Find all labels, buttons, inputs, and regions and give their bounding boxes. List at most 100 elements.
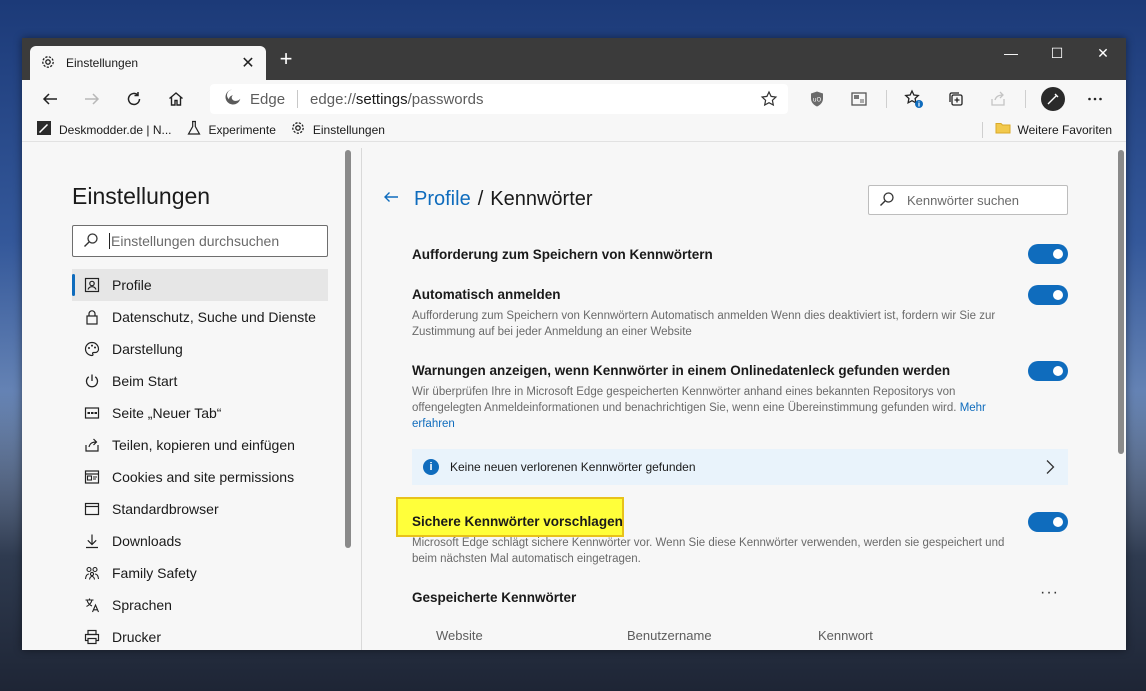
home-button[interactable] [162,85,190,113]
sidebar-item-newtab[interactable]: Seite „Neuer Tab“ [72,397,328,429]
share-toolbar-icon[interactable] [983,84,1013,114]
toolbar: Edge edge://settings/passwords uO i [22,80,1126,118]
sidebar-item-label: Datenschutz, Suche und Dienste [112,309,316,325]
sidebar-scrollbar[interactable] [344,150,352,548]
bookmark-label: Experimente [208,122,276,137]
sidebar-item-cookies[interactable]: Cookies and site permissions [72,461,328,493]
sidebar-item-startup[interactable]: Beim Start [72,365,328,397]
ublock-shield-icon[interactable]: uO [802,84,832,114]
sidebar-item-label: Sprachen [112,597,172,613]
download-icon [84,533,100,549]
setting-description: Aufforderung zum Speichern von Kennwörte… [412,310,996,338]
settings-search-input[interactable]: Einstellungen durchsuchen [72,225,328,257]
toggle-knob [1053,366,1063,376]
breadcrumb: Profile / Kennwörter [382,188,593,211]
back-arrow-icon[interactable] [382,188,400,211]
setting-description: Microsoft Edge schlägt sichere Kennwörte… [412,537,1005,565]
sidebar-item-label: Beim Start [112,373,178,389]
arrow-right-icon [85,93,100,105]
svg-text:uO: uO [813,97,822,104]
forward-button[interactable] [78,85,106,113]
address-separator [297,90,299,108]
search-icon [879,191,895,210]
sidebar-item-downloads[interactable]: Downloads [72,525,328,557]
profile-icon [84,277,100,293]
more-menu-icon[interactable] [1080,84,1110,114]
info-icon: i [423,459,439,475]
tab-settings[interactable]: Einstellungen ✕ [30,46,266,80]
sidebar-item-share[interactable]: Teilen, kopieren und einfügen [72,429,328,461]
extension-image-icon[interactable] [844,84,874,114]
collections-icon[interactable] [941,84,971,114]
sidebar-scrollbar-thumb[interactable] [345,150,351,548]
favorites-icon[interactable]: i [899,84,929,114]
other-favorites[interactable]: Weitere Favoriten [981,121,1112,138]
folder-icon [995,121,1011,138]
sidebar-item-profile[interactable]: Profile [72,269,328,301]
sidebar-item-privacy[interactable]: Datenschutz, Suche und Dienste [72,301,328,333]
other-favorites-label: Weitere Favoriten [1017,122,1112,137]
printer-icon [84,629,100,645]
arrow-left-icon [42,93,57,105]
toggle-leak-warnings[interactable] [1028,361,1068,381]
gear-icon [40,54,56,73]
bookmark-label: Deskmodder.de | N... [59,122,172,137]
maximize-button[interactable]: ☐ [1034,38,1080,68]
profile-avatar[interactable] [1038,84,1068,114]
sidebar-item-printers[interactable]: Drucker [72,621,328,650]
sidebar-item-appearance[interactable]: Darstellung [72,333,328,365]
passwords-panel: Profile / Kennwörter Kennwörter suchen A… [362,148,1126,650]
password-search-placeholder: Kennwörter suchen [907,192,1020,208]
browser-icon [84,501,100,517]
toggle-knob [1053,290,1063,300]
refresh-button[interactable] [120,85,148,113]
toggle-suggest-strong[interactable] [1028,512,1068,532]
main-scrollbar[interactable] [1116,148,1126,650]
toolbar-separator [1025,90,1026,108]
saved-passwords-title: Gespeicherte Kennwörter [412,590,577,605]
sidebar-item-default-browser[interactable]: Standardbrowser [72,493,328,525]
browser-window: Einstellungen ✕ + — ☐ ✕ Edge edge://sett… [22,38,1126,650]
sidebar-menu: Profile Datenschutz, Suche und Dienste D… [72,269,328,650]
toggle-offer-save[interactable] [1028,244,1068,264]
setting-title: Aufforderung zum Speichern von Kennwörte… [412,247,713,262]
toggle-autosignin[interactable] [1028,285,1068,305]
newtab-icon [84,405,100,421]
saved-passwords-more-button[interactable]: ··· [1040,584,1059,602]
bookmark-experiments[interactable]: Experimente [186,120,276,139]
edge-logo-icon [224,88,242,110]
setting-title: Automatisch anmelden [412,287,561,302]
family-icon [84,565,100,581]
share-icon [84,437,100,453]
bookmarks-bar: Deskmodder.de | N... Experimente Einstel… [22,118,1126,142]
chevron-right-icon [1044,459,1056,478]
back-button[interactable] [36,85,64,113]
address-bar[interactable]: Edge edge://settings/passwords [210,84,788,114]
password-search-input[interactable]: Kennwörter suchen [868,185,1068,215]
palette-icon [84,341,100,357]
bookmark-deskmodder[interactable]: Deskmodder.de | N... [36,120,172,139]
column-username[interactable]: Benutzername [627,628,818,643]
main-scrollbar-thumb[interactable] [1118,150,1124,454]
tab-close-icon[interactable]: ✕ [240,53,256,73]
sidebar-item-label: Cookies and site permissions [112,469,295,485]
home-icon [169,92,183,106]
breadcrumb-profile-link[interactable]: Profile [414,188,471,211]
minimize-button[interactable]: — [988,38,1034,68]
column-password[interactable]: Kennwort [818,628,873,643]
sidebar-title: Einstellungen [72,183,211,209]
bookmark-label: Einstellungen [312,122,385,137]
new-tab-button[interactable]: + [274,48,298,70]
favorite-star-icon[interactable] [760,90,778,112]
sidebar-item-languages[interactable]: Sprachen [72,589,328,621]
sidebar-item-family-safety[interactable]: Family Safety [72,557,328,589]
column-website[interactable]: Website [436,628,627,643]
setting-offer-save: Aufforderung zum Speichern von Kennwörte… [412,244,1068,264]
close-window-button[interactable]: ✕ [1080,38,1126,68]
setting-title: Warnungen anzeigen, wenn Kennwörter in e… [412,363,951,378]
leak-status-bar[interactable]: i Keine neuen verlorenen Kennwörter gefu… [412,449,1068,485]
page-title: Kennwörter [490,188,593,210]
pane-divider [352,148,362,650]
toggle-knob [1053,517,1063,527]
bookmark-settings[interactable]: Einstellungen [290,120,385,139]
